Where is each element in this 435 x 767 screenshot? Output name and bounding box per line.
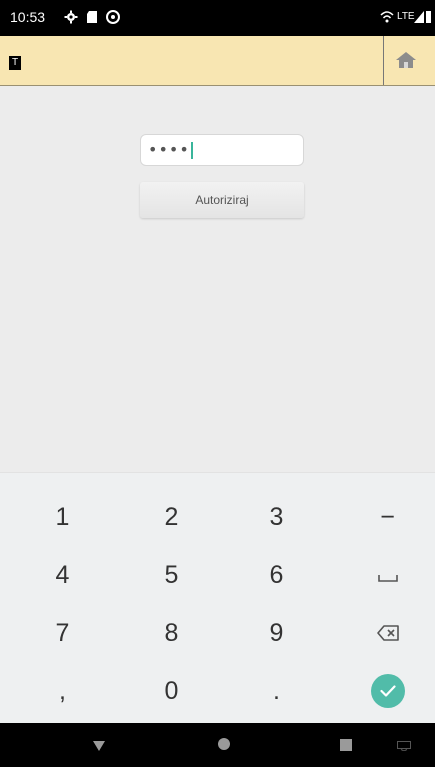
- navigation-bar: [0, 723, 435, 767]
- back-button[interactable]: [64, 723, 134, 767]
- checkmark-icon: [370, 674, 405, 708]
- authorize-button[interactable]: Autoriziraj: [140, 182, 304, 218]
- status-time: 10:53: [10, 9, 46, 25]
- text-cursor: [190, 142, 193, 159]
- key-backspace[interactable]: [333, 603, 435, 663]
- recents-square-icon: [340, 736, 352, 755]
- key-period[interactable]: .: [222, 661, 331, 721]
- key-9[interactable]: 9: [222, 603, 331, 663]
- key-confirm[interactable]: [333, 661, 435, 721]
- key-1[interactable]: 1: [8, 487, 117, 547]
- status-bar: 10:53 LTE: [0, 0, 435, 36]
- keyboard-icon: [397, 736, 411, 755]
- key-0[interactable]: 0: [117, 661, 226, 721]
- password-value: ••••: [148, 140, 190, 159]
- key-7[interactable]: 7: [8, 603, 117, 663]
- key-2[interactable]: 2: [117, 487, 226, 547]
- space-bar-icon: [377, 561, 398, 590]
- cell-signal-icon: [414, 10, 424, 24]
- app-logo: T: [9, 56, 21, 70]
- home-icon: [395, 50, 417, 74]
- home-button[interactable]: [393, 49, 419, 75]
- battery-icon: [425, 10, 432, 24]
- backspace-icon: [376, 619, 399, 648]
- recents-button[interactable]: [311, 723, 381, 767]
- key-6[interactable]: 6: [222, 545, 331, 605]
- keyboard-switch-button[interactable]: [374, 723, 434, 767]
- home-nav-button[interactable]: [189, 723, 259, 767]
- key-space[interactable]: [333, 545, 435, 605]
- sync-icon: [106, 10, 120, 24]
- key-3[interactable]: 3: [222, 487, 331, 547]
- password-input[interactable]: ••••: [140, 134, 304, 166]
- home-circle-icon: [217, 736, 231, 755]
- sd-card-icon: [86, 10, 98, 24]
- key-minus[interactable]: −: [333, 487, 435, 547]
- app-bar: [0, 36, 435, 86]
- key-comma[interactable]: ,: [8, 661, 117, 721]
- key-5[interactable]: 5: [117, 545, 226, 605]
- app-bar-divider: [383, 36, 384, 85]
- settings-gear-icon: [64, 10, 78, 24]
- network-type-label: LTE: [397, 11, 415, 22]
- key-4[interactable]: 4: [8, 545, 117, 605]
- numeric-keyboard: 1 2 3 − 4 5 6 7 8 9 , 0 .: [0, 472, 435, 724]
- wifi-signal-icon: [380, 10, 394, 24]
- key-8[interactable]: 8: [117, 603, 226, 663]
- back-triangle-icon: [93, 736, 105, 755]
